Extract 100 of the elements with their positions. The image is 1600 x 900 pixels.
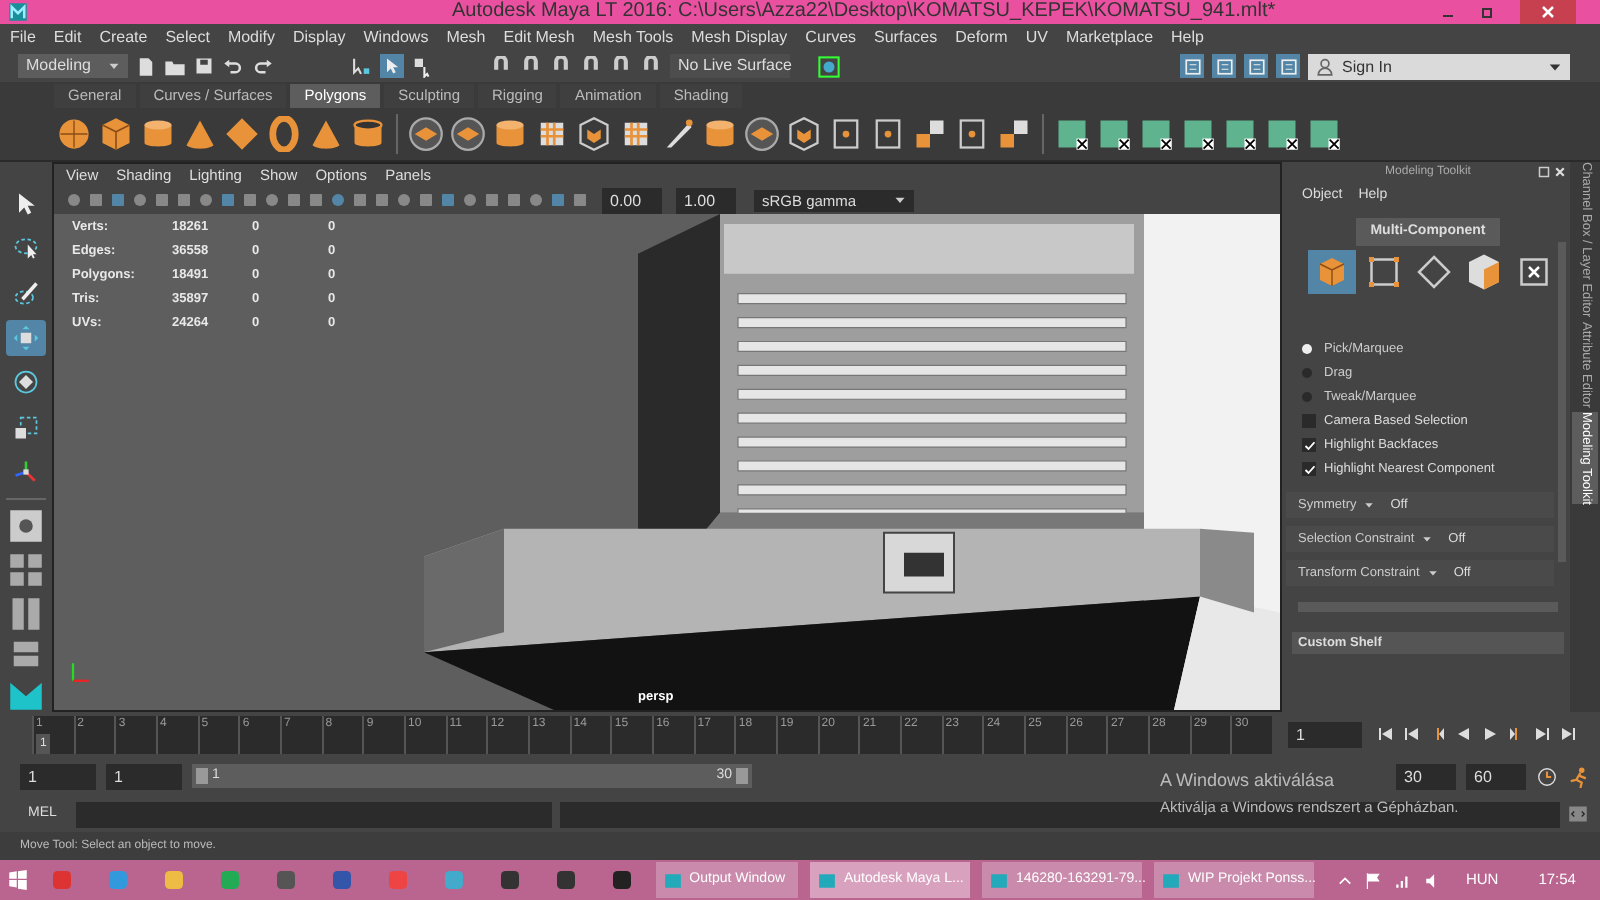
chevron-up-icon[interactable] [1337,873,1352,887]
tool-button[interactable] [6,319,46,357]
exposure-field[interactable]: 0.00 [602,187,662,213]
go-to-end-icon[interactable] [1560,726,1576,742]
menu-item[interactable]: Windows [363,25,429,49]
playback-end-field[interactable]: 30 [1396,763,1456,789]
app-icon[interactable] [609,868,634,892]
live-surface-field[interactable]: No Live Surface [670,54,790,78]
menu-item[interactable]: Mesh Display [691,25,788,49]
layers-icon[interactable] [744,116,780,152]
cylinder-icon[interactable] [140,116,176,152]
target-icon[interactable] [818,55,840,77]
cube-icon[interactable] [1316,256,1348,288]
windows-logo-icon[interactable] [8,870,28,890]
menu-item[interactable]: Select [165,25,210,49]
go-to-start-icon[interactable] [1378,726,1394,742]
frame-icon[interactable] [870,116,906,152]
cylinder-icon[interactable] [702,116,738,152]
cone-icon[interactable] [182,116,218,152]
app-icon[interactable] [497,868,522,892]
current-frame-field[interactable]: 1 [1288,721,1362,747]
frame-icon[interactable] [954,116,990,152]
four-view-icon[interactable] [8,552,44,588]
playback-start-field[interactable]: 1 [106,763,182,789]
float-icon[interactable] [1538,166,1550,178]
radio-button[interactable] [1302,344,1312,354]
cube-icon[interactable] [98,116,134,152]
checkbox[interactable] [1302,414,1316,428]
menu-item[interactable]: Help [1171,25,1204,49]
restore-icon[interactable] [1480,4,1496,20]
command-input[interactable] [76,801,552,827]
start-time-field[interactable]: 1 [20,763,96,789]
menu-item[interactable]: Edit [53,25,82,49]
cone-icon[interactable] [308,116,344,152]
layers-icon[interactable] [450,116,486,152]
menu-item[interactable]: Mesh Tools [592,25,674,49]
play-icon[interactable] [1482,726,1498,742]
scale-icon [12,413,40,442]
layers-icon[interactable] [408,116,444,152]
slider-handle[interactable] [736,768,748,784]
radio-button[interactable] [1302,368,1312,378]
new-file-icon[interactable] [136,55,156,77]
flag-icon[interactable] [1363,871,1382,889]
select-hierarchy-icon[interactable] [350,55,372,77]
step-back-icon[interactable] [1404,726,1420,742]
menu-item[interactable]: Create [99,25,148,49]
menu-item[interactable]: UV [1025,25,1048,49]
network-icon[interactable] [1393,871,1412,889]
axis-indicator-icon [66,658,94,686]
sphere-icon[interactable] [56,116,92,152]
gamma-field[interactable]: 1.00 [676,187,736,213]
box-icon[interactable] [576,116,612,152]
activation-title: A Windows aktiválása [1160,768,1335,794]
redo-icon[interactable] [252,56,274,76]
save-icon[interactable] [194,56,214,76]
cylinder-icon[interactable] [492,116,528,152]
sign-in-dropdown[interactable]: Sign In [1308,53,1570,79]
menu-item[interactable]: Marketplace [1065,25,1154,49]
move-icon [12,324,40,353]
menu-item[interactable]: Surfaces [874,25,938,49]
torus-icon[interactable] [266,116,302,152]
radio-button[interactable] [1302,392,1312,402]
script-editor-icon[interactable] [1568,804,1588,824]
menu-item[interactable]: Modify [227,25,275,49]
end-time-field[interactable]: 60 [1466,763,1526,789]
single-view-icon[interactable] [8,508,44,544]
lasso-icon [12,234,40,263]
mode-dropdown[interactable]: Modeling [18,54,128,78]
caret-icon [1427,568,1438,578]
edge-mode-icon[interactable] [1412,252,1456,292]
close-button[interactable] [1520,0,1576,24]
box-icon[interactable] [786,116,822,152]
step-forward-icon[interactable] [1534,726,1550,742]
pipe-icon[interactable] [350,116,386,152]
menu-item[interactable]: Display [293,25,346,49]
diamond-icon[interactable] [224,116,260,152]
running-figure-icon[interactable] [1568,765,1590,787]
checkbox[interactable] [1302,462,1316,476]
menu-item[interactable]: Mesh [446,25,486,49]
close-icon[interactable] [1554,166,1566,178]
app-icon[interactable] [553,868,578,892]
tile-icon[interactable] [912,116,948,152]
two-view-icon[interactable] [8,596,44,632]
playback-speed-icon[interactable] [1536,765,1558,787]
select-arrow-icon [382,56,402,76]
window-icon [663,871,682,889]
menu-item[interactable]: Curves [805,25,857,49]
play-back-icon[interactable] [1456,726,1472,742]
menu-item[interactable]: File [10,25,36,49]
axis-manipulator-icon [12,457,40,486]
caret-icon [1364,500,1375,510]
undo-icon[interactable] [222,56,244,76]
tile-icon[interactable] [996,116,1032,152]
frame-icon[interactable] [828,116,864,152]
menu-item[interactable]: Edit Mesh [503,25,575,49]
select-components-icon[interactable] [412,55,434,77]
slider-handle[interactable] [196,768,208,784]
select-objects-button[interactable] [380,54,404,78]
checkbox[interactable] [1302,438,1316,452]
menu-item[interactable]: Deform [955,25,1008,49]
